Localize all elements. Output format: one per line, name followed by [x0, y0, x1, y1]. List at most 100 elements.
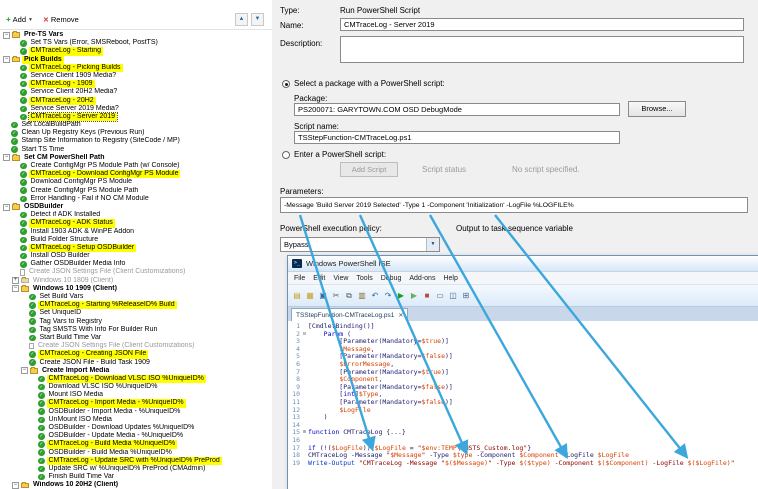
ts-step-row[interactable]: ✓CMTraceLog - Creating JSON File	[0, 350, 272, 358]
ts-step-row[interactable]: ✓Gather OSDBuilder Media Info	[0, 260, 272, 268]
menu-item-view[interactable]: View	[329, 275, 352, 282]
move-up-icon[interactable]: ▲	[235, 13, 248, 26]
save-icon[interactable]: ▣	[317, 289, 329, 303]
ts-step-row[interactable]: ✓Download ConfigMgr PS Module	[0, 178, 272, 186]
ts-step-row[interactable]: ✓Set TS Vars (Error, SMSReboot, PostTS)	[0, 39, 272, 47]
ts-step-row[interactable]: ✓OSDBuilder - Build Media %UniqueID%	[0, 449, 272, 457]
ts-step-row[interactable]: ✓OSDBuilder - Import Media - %UniqueID%	[0, 408, 272, 416]
open-script-icon[interactable]: ▦	[304, 289, 316, 303]
ts-step-row[interactable]: ✓CMTraceLog - Download VLSC ISO %UniqueI…	[0, 375, 272, 383]
ts-step-row[interactable]: ✓Download VLSC ISO %UniqueID%	[0, 383, 272, 391]
ts-step-row[interactable]: ✓Finish Build Time Var	[0, 473, 272, 481]
collapse-icon[interactable]: −	[12, 285, 19, 292]
menu-item-file[interactable]: File	[290, 275, 309, 282]
new-script-icon[interactable]: ▤	[291, 289, 303, 303]
collapse-icon[interactable]: −	[3, 32, 10, 39]
ts-step-row[interactable]: ✓Start Build Time Var	[0, 334, 272, 342]
expand-icon[interactable]: +	[12, 277, 19, 284]
ts-group-row[interactable]: −Pre-TS Vars	[0, 31, 272, 39]
collapse-icon[interactable]: −	[3, 154, 10, 161]
ts-step-row[interactable]: ✓Service Client 1909 Media?	[0, 72, 272, 80]
ts-group-row[interactable]: −Windows 10 20H2 (Client)	[0, 481, 272, 489]
ts-step-row[interactable]: ✓Tag Vars to Registry	[0, 318, 272, 326]
ts-group-row[interactable]: −OSDBuilder	[0, 203, 272, 211]
ts-step-row[interactable]: ✓OSDBuilder - Update Media - %UniqueID%	[0, 432, 272, 440]
fold-toggle-icon[interactable]: ⊟	[301, 331, 308, 339]
ts-step-row[interactable]: ✓Create ConfigMgr PS Module Path (w/ Con…	[0, 162, 272, 170]
collapse-icon[interactable]: −	[12, 482, 19, 489]
stop-icon[interactable]: ■	[421, 289, 433, 303]
ts-step-row[interactable]: ✓CMTraceLog - Download ConfigMgr PS Modu…	[0, 170, 272, 178]
ts-step-row[interactable]: ✓Start TS Time	[0, 146, 272, 154]
collapse-icon[interactable]: −	[3, 204, 10, 211]
script-tab[interactable]: TSStepFunction-CMTraceLog.ps1 ✕	[291, 308, 408, 321]
undo-icon[interactable]: ↶	[369, 289, 381, 303]
ts-step-row[interactable]: ✓Build Folder Structure	[0, 236, 272, 244]
script-editor[interactable]: 1[CmdletBinding()]2⊟ Param (3 [Parameter…	[288, 321, 758, 489]
ts-step-row[interactable]: ✓Service Server 2019 Media?	[0, 105, 272, 113]
menu-item-edit[interactable]: Edit	[309, 275, 329, 282]
ise-title-bar[interactable]: >_ Windows PowerShell ISE	[288, 256, 758, 272]
ts-step-row[interactable]: ✓Detect if ADK Installed	[0, 211, 272, 219]
ts-step-row[interactable]: ✓Set Build Vars	[0, 293, 272, 301]
menu-item-help[interactable]: Help	[439, 275, 461, 282]
ts-step-row[interactable]: ✓CMTraceLog - 1909	[0, 80, 272, 88]
ts-group-row[interactable]: −Create Import Media	[0, 367, 272, 375]
run-selection-icon[interactable]: ▶	[408, 289, 420, 303]
ts-step-row[interactable]: ✓Error Handling - Fail if NO CM Module	[0, 195, 272, 203]
ts-step-row[interactable]: ✓Mount ISO Media	[0, 391, 272, 399]
ts-step-row[interactable]: ✓CMTraceLog - Starting %ReleaseID% Build	[0, 301, 272, 309]
cut-icon[interactable]: ✂	[330, 289, 342, 303]
ts-step-row[interactable]: ✓Create JSON File - Build Task 1909	[0, 359, 272, 367]
ts-step-row[interactable]: ✓Set LocalBuildPath	[0, 121, 272, 129]
fold-toggle-icon[interactable]: ⊞	[301, 429, 308, 437]
menu-item-debug[interactable]: Debug	[377, 275, 406, 282]
name-input[interactable]	[340, 18, 744, 31]
ts-step-row[interactable]: Create JSON Settings File (Client Custom…	[0, 268, 272, 276]
close-icon[interactable]: ✕	[398, 312, 403, 319]
ts-step-row[interactable]: ✓CMTraceLog - Build Media %UniqueID%	[0, 440, 272, 448]
parameters-input[interactable]	[280, 197, 748, 213]
menu-item-addons[interactable]: Add-ons	[405, 275, 439, 282]
add-step-button[interactable]: + Add ▼	[6, 15, 33, 24]
description-input[interactable]	[340, 36, 744, 63]
browse-button[interactable]: Browse...	[628, 101, 686, 117]
ts-step-row[interactable]: ✓Install 1903 ADK & WinPE Addon	[0, 228, 272, 236]
run-script-icon[interactable]: ▶	[395, 289, 407, 303]
ts-group-row[interactable]: −Set CM PowerShell Path	[0, 154, 272, 162]
script-name-input[interactable]	[294, 131, 620, 144]
ts-step-row[interactable]: ✓CMTraceLog - Server 2019	[0, 113, 272, 121]
ts-step-row[interactable]: ✓CMTraceLog - Update SRC with %UniqueID%…	[0, 457, 272, 465]
remove-step-button[interactable]: ✕ Remove	[43, 15, 79, 24]
execution-policy-select[interactable]: Bypass ▼	[280, 237, 440, 252]
ts-step-row[interactable]: ✓Service Client 20H2 Media?	[0, 88, 272, 96]
ts-step-row[interactable]: ✓Set UniqueID	[0, 309, 272, 317]
ts-step-row[interactable]: ✓Create ConfigMgr PS Module Path	[0, 187, 272, 195]
paste-icon[interactable]: ▥	[356, 289, 368, 303]
script-pane-toggle-icon[interactable]: ◫	[447, 289, 459, 303]
ts-step-row[interactable]: ✓CMTraceLog - 20H2	[0, 97, 272, 105]
ts-step-row[interactable]: ✓CMTraceLog - Setup OSDBuilder	[0, 244, 272, 252]
ts-step-row[interactable]: ✓OSDBuilder - Download Updates %UniqueID…	[0, 424, 272, 432]
ts-group-row[interactable]: −Windows 10 1909 (Client)	[0, 285, 272, 293]
new-remote-tab-icon[interactable]: ▭	[434, 289, 446, 303]
collapse-icon[interactable]: −	[3, 56, 10, 63]
ts-step-row[interactable]: ✓Clean Up Registry Keys (Previous Run)	[0, 129, 272, 137]
ts-step-row[interactable]: ✓Stamp Site Information to Registry (Sit…	[0, 137, 272, 145]
redo-icon[interactable]: ↷	[382, 289, 394, 303]
show-command-icon[interactable]: ⊞	[460, 289, 472, 303]
ts-step-row[interactable]: ✓Update SRC w/ %UniqueID% PreProd (CMAdm…	[0, 465, 272, 473]
package-input[interactable]	[294, 103, 620, 116]
ts-group-row[interactable]: −Pick Builds	[0, 56, 272, 64]
menu-item-tools[interactable]: Tools	[352, 275, 376, 282]
ts-step-row[interactable]: ✓UnMount ISO Media	[0, 416, 272, 424]
collapse-icon[interactable]: −	[21, 367, 28, 374]
ts-step-row[interactable]: ✓CMTraceLog - Starting	[0, 47, 272, 55]
move-down-icon[interactable]: ▼	[251, 13, 264, 26]
ts-step-row[interactable]: ✓Install OSD Builder	[0, 252, 272, 260]
enter-script-radio[interactable]	[282, 151, 290, 159]
select-package-radio[interactable]	[282, 80, 290, 88]
ts-step-row[interactable]: ✓CMTraceLog - Picking Builds	[0, 64, 272, 72]
ts-step-row[interactable]: ✓Tag SMSTS With Info For Builder Run	[0, 326, 272, 334]
copy-icon[interactable]: ⧉	[343, 289, 355, 303]
